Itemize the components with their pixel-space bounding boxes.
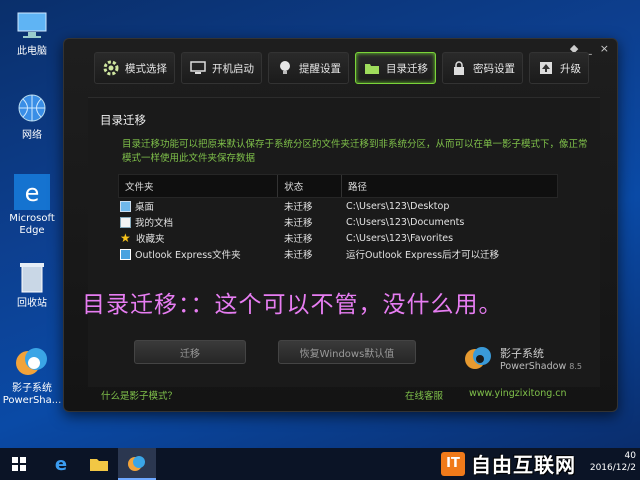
site-watermark: IT 自由互联网	[441, 449, 576, 478]
tab-label: 开机启动	[212, 62, 254, 75]
folder-icon	[90, 459, 108, 471]
computer-icon	[14, 8, 50, 42]
tab-label: 提醒设置	[299, 62, 341, 75]
tab-label: 升级	[560, 62, 581, 75]
online-service-link[interactable]: 在线客服	[405, 388, 443, 402]
folder-name: 收藏夹	[136, 234, 165, 245]
taskbar-file-explorer[interactable]	[80, 448, 118, 480]
folder-icon	[363, 59, 381, 77]
what-is-shadow-mode-link[interactable]: 什么是影子模式？	[101, 388, 177, 402]
desktop-icon-label: Microsoft Edge	[9, 213, 55, 236]
clock-time: 40	[624, 451, 636, 461]
shadow-system-logo-icon	[465, 347, 491, 369]
folder-name: 桌面	[135, 202, 155, 213]
migration-panel: 目录迁移 目录迁移功能可以把原来默认保存于系统分区的文件夹迁移到非系统分区，从而…	[88, 97, 600, 387]
desktop-folder-icon	[120, 200, 131, 212]
shadow-defender-icon	[14, 345, 50, 379]
brand-logo: 影子系统 PowerShadow 8.5	[464, 340, 594, 376]
tab-upgrade[interactable]: 升级	[529, 52, 589, 84]
header-folder[interactable]: 文件夹	[119, 175, 279, 197]
taskbar-shadow-system[interactable]	[118, 448, 156, 480]
brand-version: 8.5	[569, 361, 582, 371]
close-button[interactable]: ×	[600, 42, 609, 55]
watermark-logo: IT	[441, 451, 465, 476]
edge-icon: e	[14, 174, 50, 210]
tab-label: 模式选择	[125, 62, 167, 75]
migrate-button[interactable]: 迁移	[134, 340, 246, 364]
lock-icon	[450, 59, 468, 77]
folder-path: 运行Outlook Express后才可以迁移	[346, 250, 500, 261]
tab-bar: 模式选择 开机启动 提醒设置 目录迁移 密码设置 升级	[94, 52, 589, 84]
clock-date: 2016/12/2	[589, 463, 636, 473]
header-status[interactable]: 状态	[278, 175, 342, 197]
tab-label: 密码设置	[473, 62, 515, 75]
panel-description: 目录迁移功能可以把原来默认保存于系统分区的文件夹迁移到非系统分区，从而可以在单一…	[122, 139, 588, 164]
recycle-bin-icon	[14, 260, 50, 294]
tab-label: 目录迁移	[386, 62, 428, 75]
brand-name: 影子系统	[500, 346, 544, 360]
documents-folder-icon	[120, 216, 131, 228]
folder-status: 未迁移	[284, 218, 313, 229]
shadow-system-window: ◆ _ × 模式选择 开机启动 提醒设置 目录迁移 密码设置 升级 目录迁移 目…	[63, 38, 618, 412]
folder-status: 未迁移	[284, 234, 313, 245]
header-path[interactable]: 路径	[342, 175, 557, 197]
tab-password[interactable]: 密码设置	[442, 52, 523, 84]
folder-status: 未迁移	[284, 250, 313, 261]
folder-table: 文件夹 状态 路径 桌面 未迁移 C:\Users\123\Desktop 我的…	[118, 174, 558, 262]
table-row[interactable]: Outlook Express文件夹 未迁移 运行Outlook Express…	[118, 246, 558, 262]
folder-path: C:\Users\123\Desktop	[346, 200, 450, 212]
table-row[interactable]: 我的文档 未迁移 C:\Users\123\Documents	[118, 214, 558, 230]
edge-icon: e	[54, 453, 68, 475]
brand-product: PowerShadow	[500, 360, 567, 372]
table-header: 文件夹 状态 路径	[118, 174, 558, 198]
annotation-text: 目录迁移：：这个可以不管，没什么用。	[82, 292, 503, 318]
table-row[interactable]: 桌面 未迁移 C:\Users\123\Desktop	[118, 198, 558, 214]
favorites-star-icon: ★	[120, 230, 131, 245]
folder-path: C:\Users\123\Documents	[346, 216, 465, 228]
restore-default-button[interactable]: 恢复Windows默认值	[278, 340, 416, 364]
shadow-defender-icon	[128, 456, 145, 471]
tab-directory-migration[interactable]: 目录迁移	[355, 52, 436, 84]
panel-title: 目录迁移	[100, 113, 146, 127]
desktop-icon-label: 此电脑	[17, 46, 47, 57]
desktop-icon-network[interactable]: 网络	[0, 92, 64, 142]
monitor-icon	[189, 59, 207, 77]
bulb-icon	[276, 59, 294, 77]
folder-status: 未迁移	[284, 202, 313, 213]
windows-logo-icon	[12, 457, 26, 471]
desktop-icon-label: 网络	[22, 130, 42, 141]
taskbar-edge[interactable]: e	[42, 448, 80, 480]
tab-mode-select[interactable]: 模式选择	[94, 52, 175, 84]
website-link[interactable]: www.yingzixitong.cn	[469, 388, 567, 399]
folder-name: 我的文档	[135, 218, 174, 229]
watermark-text: 自由互联网	[471, 453, 576, 477]
desktop-icon-recycle-bin[interactable]: 回收站	[0, 260, 64, 310]
desktop-icon-shadow-system[interactable]: 影子系统 PowerSha...	[0, 345, 64, 407]
table-row[interactable]: ★ 收藏夹 未迁移 C:\Users\123\Favorites	[118, 230, 558, 246]
tab-reminder[interactable]: 提醒设置	[268, 52, 349, 84]
outlook-icon	[120, 248, 131, 260]
svg-text:e: e	[25, 179, 40, 207]
start-button[interactable]	[0, 448, 38, 480]
desktop-icon-label: 影子系统 PowerSha...	[2, 383, 62, 406]
folder-path: C:\Users\123\Favorites	[346, 232, 454, 244]
desktop-icon-edge[interactable]: e Microsoft Edge	[0, 174, 64, 237]
system-clock[interactable]: 40 2016/12/2	[590, 450, 636, 474]
folder-name: Outlook Express文件夹	[135, 250, 241, 261]
gear-icon	[102, 59, 120, 77]
upgrade-icon	[537, 59, 555, 77]
tab-startup[interactable]: 开机启动	[181, 52, 262, 84]
desktop-icon-label: 回收站	[17, 298, 47, 309]
network-icon	[14, 92, 50, 126]
desktop-icon-this-pc[interactable]: 此电脑	[0, 8, 64, 58]
